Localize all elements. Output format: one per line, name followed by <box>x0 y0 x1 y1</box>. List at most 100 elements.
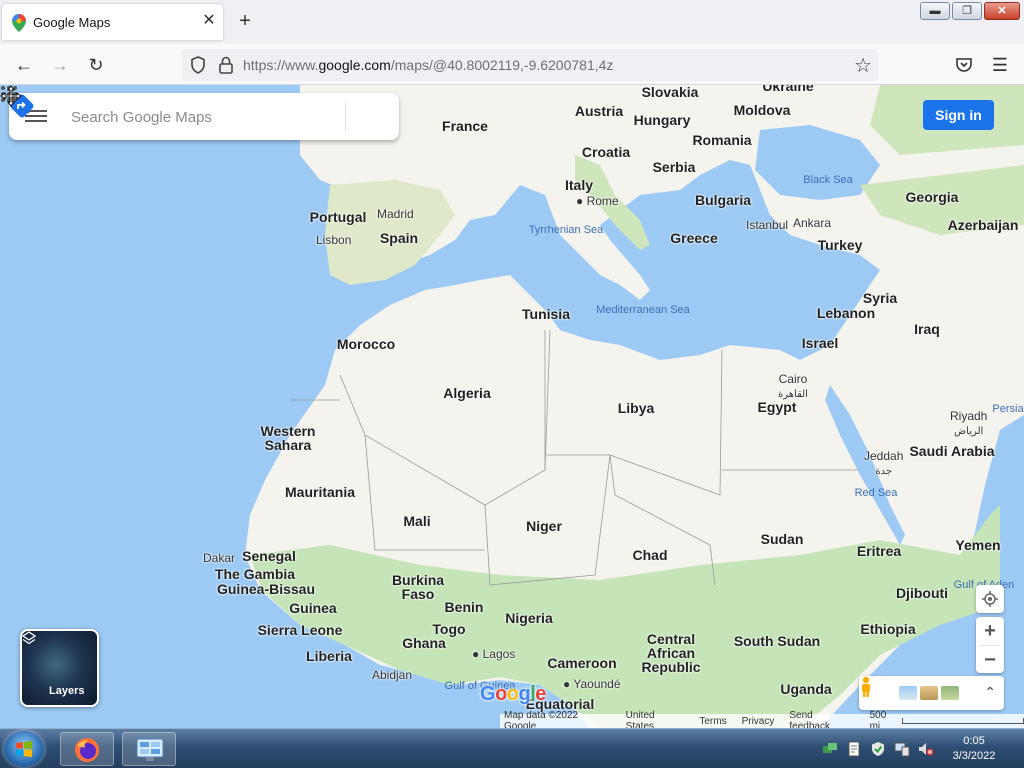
country-label-romania[interactable]: Romania <box>692 133 751 147</box>
my-location-button[interactable] <box>976 585 1004 613</box>
country-label-niger[interactable]: Niger <box>526 519 562 533</box>
country-label-western-sahara[interactable]: Western Sahara <box>253 424 323 452</box>
country-label-sudan[interactable]: Sudan <box>761 532 804 546</box>
bookmark-star-icon[interactable]: ☆ <box>854 53 872 78</box>
country-label-ghana[interactable]: Ghana <box>402 636 446 650</box>
country-label-france[interactable]: France <box>442 119 488 133</box>
window-restore-button[interactable]: ❐ <box>952 2 982 20</box>
country-label-portugal[interactable]: Portugal <box>310 210 367 224</box>
city-label-madrid[interactable]: Madrid <box>377 207 414 221</box>
country-label-senegal[interactable]: Senegal <box>242 549 296 563</box>
country-label-sierra-leone[interactable]: Sierra Leone <box>258 623 343 637</box>
city-label-lisbon[interactable]: Lisbon <box>316 233 351 247</box>
shield-icon[interactable] <box>188 55 208 75</box>
country-label-croatia[interactable]: Croatia <box>582 145 630 159</box>
city-label-rome[interactable]: ● Rome <box>576 194 619 208</box>
country-label-togo[interactable]: Togo <box>432 622 465 636</box>
country-label-slovakia[interactable]: Slovakia <box>642 85 699 99</box>
city-label-cairo[interactable]: Cairo القاهرة <box>778 372 808 402</box>
scale-bar[interactable]: 500 mi <box>870 710 1024 728</box>
taskbar-clock[interactable]: 0:05 3/3/2022 <box>944 734 1004 764</box>
country-label-turkey[interactable]: Turkey <box>818 238 863 252</box>
zoom-out-button[interactable]: − <box>976 646 1004 674</box>
imagery-thumb-3[interactable] <box>941 686 959 700</box>
city-label-lagos[interactable]: ● Lagos <box>472 647 515 661</box>
country-label-saudi-arabia[interactable]: Saudi Arabia <box>909 444 994 458</box>
country-label-central-african-republic[interactable]: Central African Republic <box>636 632 706 674</box>
region-link[interactable]: United States <box>626 710 685 728</box>
pocket-icon[interactable] <box>955 56 973 74</box>
app-menu-icon[interactable]: ☰ <box>988 53 1012 77</box>
city-label-istanbul[interactable]: Istanbul <box>746 218 788 232</box>
country-label-bulgaria[interactable]: Bulgaria <box>695 193 751 207</box>
country-label-israel[interactable]: Israel <box>802 336 839 350</box>
country-label-uganda[interactable]: Uganda <box>780 682 831 696</box>
lock-icon[interactable] <box>217 55 235 75</box>
city-label-yaounde[interactable]: ● Yaoundé <box>563 677 621 691</box>
url-bar[interactable]: https://www.google.com/maps/@40.8002119,… <box>182 49 878 81</box>
zoom-in-button[interactable]: + <box>976 617 1004 645</box>
sea-label-black-sea[interactable]: Black Sea <box>803 173 853 187</box>
country-label-moldova[interactable]: Moldova <box>734 103 791 117</box>
country-label-mali[interactable]: Mali <box>403 514 430 528</box>
imagery-thumb-1[interactable] <box>899 686 917 700</box>
city-label-riyadh[interactable]: Riyadh الرياض <box>950 409 987 439</box>
pegman-icon[interactable] <box>859 676 873 698</box>
country-label-azerbaijan[interactable]: Azerbaijan <box>948 218 1019 232</box>
city-label-dakar[interactable]: Dakar <box>203 551 235 565</box>
country-label-guinea[interactable]: Guinea <box>289 601 336 615</box>
terms-link[interactable]: Terms <box>699 716 726 727</box>
monitor-tray-icon[interactable] <box>894 741 910 757</box>
volume-muted-tray-icon[interactable] <box>918 741 934 757</box>
country-label-tunisia[interactable]: Tunisia <box>522 307 570 321</box>
search-input[interactable] <box>71 107 301 127</box>
country-label-ethiopia[interactable]: Ethiopia <box>860 622 915 636</box>
country-label-iraq[interactable]: Iraq <box>914 322 940 336</box>
document-tray-icon[interactable] <box>846 741 862 757</box>
country-label-hungary[interactable]: Hungary <box>634 113 691 127</box>
map-canvas[interactable]: Ukraine Slovakia Austria Moldova Hungary… <box>0 85 1024 728</box>
country-label-benin[interactable]: Benin <box>445 600 484 614</box>
start-button[interactable] <box>4 731 44 767</box>
country-label-syria[interactable]: Syria <box>863 291 897 305</box>
city-label-abidjan[interactable]: Abidjan <box>372 668 412 682</box>
network-tray-icon[interactable] <box>822 741 838 757</box>
taskbar-control-panel[interactable] <box>122 732 176 766</box>
country-label-nigeria[interactable]: Nigeria <box>505 611 552 625</box>
city-label-jeddah[interactable]: Jeddah جدة <box>864 449 903 479</box>
url-text[interactable]: https://www.google.com/maps/@40.8002119,… <box>243 57 613 73</box>
country-label-liberia[interactable]: Liberia <box>306 649 352 663</box>
country-label-persia[interactable]: Persia <box>992 402 1023 416</box>
country-label-lebanon[interactable]: Lebanon <box>817 306 875 320</box>
country-label-libya[interactable]: Libya <box>618 401 655 415</box>
tab-google-maps[interactable]: Google Maps ✕ <box>2 4 223 40</box>
country-label-serbia[interactable]: Serbia <box>653 160 696 174</box>
country-label-djibouti[interactable]: Djibouti <box>896 586 948 600</box>
country-label-greece[interactable]: Greece <box>670 231 717 245</box>
country-label-georgia[interactable]: Georgia <box>906 190 959 204</box>
country-label-the-gambia[interactable]: The Gambia <box>215 567 295 581</box>
imagery-thumb-2[interactable] <box>920 686 938 700</box>
sea-label-mediterranean-sea[interactable]: Mediterranean Sea <box>596 303 690 317</box>
country-label-austria[interactable]: Austria <box>575 104 623 118</box>
country-label-italy[interactable]: Italy <box>565 178 593 192</box>
country-label-ukraine[interactable]: Ukraine <box>762 85 813 93</box>
tab-close-icon[interactable]: ✕ <box>200 12 218 30</box>
expand-icon[interactable]: ⌃ <box>984 684 996 701</box>
country-label-eritrea[interactable]: Eritrea <box>857 544 901 558</box>
sea-label-tyrrhenian-sea[interactable]: Tyrrhenian Sea <box>529 223 604 237</box>
window-minimize-button[interactable]: ▬ <box>920 2 950 20</box>
country-label-chad[interactable]: Chad <box>633 548 668 562</box>
country-label-algeria[interactable]: Algeria <box>443 386 490 400</box>
forward-button[interactable]: → <box>48 53 72 77</box>
country-label-south-sudan[interactable]: South Sudan <box>734 634 820 648</box>
country-label-spain[interactable]: Spain <box>380 231 418 245</box>
security-tray-icon[interactable] <box>870 741 886 757</box>
sea-label-red-sea[interactable]: Red Sea <box>855 486 898 500</box>
taskbar-firefox[interactable] <box>60 732 114 766</box>
back-button[interactable]: ← <box>12 53 36 77</box>
new-tab-button[interactable]: + <box>234 10 256 32</box>
city-label-ankara[interactable]: Ankara <box>793 216 831 230</box>
reload-button[interactable]: ↻ <box>84 53 108 77</box>
window-close-button[interactable]: ✕ <box>984 2 1020 20</box>
